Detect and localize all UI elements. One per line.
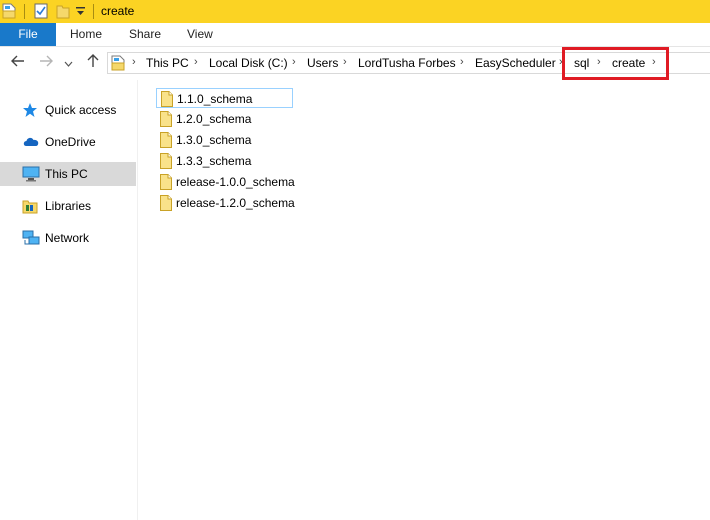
sidebar-item-network[interactable]: Network bbox=[0, 226, 136, 250]
file-icon bbox=[160, 111, 172, 130]
navigation-pane: Quick access OneDrive This PC Libraries … bbox=[0, 80, 137, 520]
up-button[interactable] bbox=[83, 53, 103, 73]
folder-icon bbox=[2, 3, 16, 22]
file-name: release-1.0.0_schema bbox=[176, 175, 295, 189]
pane-divider bbox=[137, 80, 138, 520]
file-icon bbox=[160, 153, 172, 172]
breadcrumb-local-disk[interactable]: Local Disk (C:) bbox=[209, 56, 288, 70]
ribbon: File Home Share View bbox=[0, 23, 710, 47]
chevron-right-icon[interactable]: › bbox=[132, 56, 136, 68]
file-icon bbox=[160, 195, 172, 214]
arrow-up-icon bbox=[87, 54, 99, 67]
folder-path-icon bbox=[111, 55, 125, 74]
tab-view[interactable]: View bbox=[187, 23, 213, 46]
properties-icon[interactable] bbox=[34, 3, 48, 22]
sidebar-item-this-pc[interactable]: This PC bbox=[0, 162, 136, 186]
file-icon bbox=[161, 91, 173, 110]
breadcrumb-user-folder[interactable]: LordTusha Forbes bbox=[358, 56, 456, 70]
list-item[interactable]: 1.1.0_schema bbox=[156, 88, 293, 108]
sidebar-item-label: Libraries bbox=[45, 199, 92, 213]
file-name: 1.3.0_schema bbox=[176, 133, 252, 147]
forward-button[interactable] bbox=[36, 53, 56, 73]
file-name: 1.3.3_schema bbox=[176, 154, 252, 168]
network-icon bbox=[22, 230, 40, 249]
customize-dropdown-icon[interactable] bbox=[76, 6, 85, 20]
back-button[interactable] bbox=[8, 53, 28, 73]
tab-home[interactable]: Home bbox=[70, 23, 102, 46]
window-title: create bbox=[101, 4, 135, 18]
divider bbox=[24, 4, 25, 19]
sidebar-item-libraries[interactable]: Libraries bbox=[0, 194, 136, 218]
sidebar-item-label: OneDrive bbox=[45, 135, 96, 149]
file-name: release-1.2.0_schema bbox=[176, 196, 295, 210]
recent-locations-button[interactable] bbox=[62, 53, 74, 73]
breadcrumb-this-pc[interactable]: This PC bbox=[146, 56, 189, 70]
chevron-down-icon bbox=[64, 61, 72, 67]
divider bbox=[93, 4, 94, 19]
chevron-right-icon[interactable]: › bbox=[460, 56, 464, 68]
file-icon bbox=[160, 174, 172, 193]
sidebar-item-label: This PC bbox=[45, 167, 88, 181]
title-bar: create bbox=[0, 0, 710, 23]
sidebar-item-label: Quick access bbox=[45, 103, 117, 117]
library-icon bbox=[22, 198, 38, 217]
file-name: 1.1.0_schema bbox=[177, 92, 253, 106]
cloud-icon bbox=[22, 134, 40, 151]
chevron-right-icon[interactable]: › bbox=[194, 56, 198, 68]
chevron-right-icon[interactable]: › bbox=[292, 56, 296, 68]
chevron-right-icon[interactable]: › bbox=[343, 56, 347, 68]
tab-file[interactable]: File bbox=[0, 23, 56, 46]
file-name: 1.2.0_schema bbox=[176, 112, 252, 126]
breadcrumb-users[interactable]: Users bbox=[307, 56, 338, 70]
breadcrumb-easyscheduler[interactable]: EasyScheduler bbox=[475, 56, 556, 70]
monitor-icon bbox=[22, 166, 40, 185]
highlight-box bbox=[562, 47, 669, 80]
arrow-left-icon bbox=[11, 55, 24, 67]
sidebar-item-quick-access[interactable]: Quick access bbox=[0, 98, 136, 122]
sidebar-item-onedrive[interactable]: OneDrive bbox=[0, 130, 136, 154]
tab-share[interactable]: Share bbox=[129, 23, 161, 46]
file-icon bbox=[160, 132, 172, 151]
arrow-right-icon bbox=[40, 55, 53, 67]
new-folder-icon[interactable] bbox=[56, 3, 70, 22]
sidebar-item-label: Network bbox=[45, 231, 90, 245]
star-icon bbox=[22, 102, 38, 121]
